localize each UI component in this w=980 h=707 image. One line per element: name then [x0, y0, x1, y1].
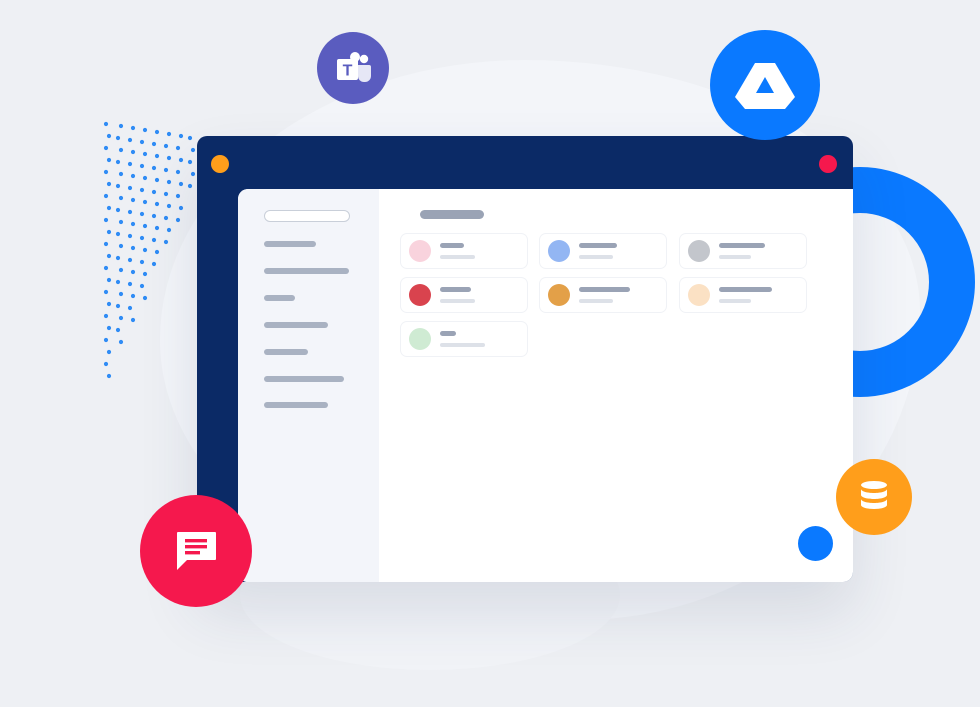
illustration-stage: T [0, 0, 980, 707]
chat-badge [140, 495, 252, 607]
app-content-area [238, 189, 853, 582]
avatar [409, 328, 431, 350]
avatar [409, 240, 431, 262]
card-subtitle-placeholder [719, 299, 751, 303]
sidebar-item[interactable] [264, 322, 328, 328]
card-subtitle-placeholder [579, 255, 613, 259]
window-dot-red [819, 155, 837, 173]
card-title-placeholder [579, 287, 630, 292]
card-subtitle-placeholder [719, 255, 751, 259]
avatar [688, 284, 710, 306]
contact-card[interactable] [401, 322, 527, 356]
card-title-placeholder [719, 287, 772, 292]
sidebar-search-input[interactable] [264, 210, 350, 222]
database-icon [861, 481, 887, 509]
app-window [197, 136, 853, 582]
avatar [688, 240, 710, 262]
contact-card[interactable] [401, 234, 527, 268]
contact-card[interactable] [401, 278, 527, 312]
card-title-placeholder [440, 287, 471, 292]
chat-message-icon [177, 532, 216, 570]
microsoft-teams-badge: T [317, 32, 389, 104]
sidebar-item[interactable] [264, 241, 316, 247]
sidebar-item[interactable] [264, 376, 344, 382]
sidebar-item[interactable] [264, 268, 349, 274]
google-drive-badge [710, 30, 820, 140]
sidebar [238, 189, 379, 582]
contact-card[interactable] [680, 234, 806, 268]
card-subtitle-placeholder [440, 299, 475, 303]
avatar [409, 284, 431, 306]
avatar [548, 284, 570, 306]
card-subtitle-placeholder [579, 299, 613, 303]
contact-card[interactable] [540, 278, 666, 312]
microsoft-teams-icon: T [337, 52, 371, 82]
window-dot-orange [211, 155, 229, 173]
card-subtitle-placeholder [440, 343, 485, 347]
contact-card[interactable] [540, 234, 666, 268]
sidebar-item[interactable] [264, 295, 295, 301]
database-badge [836, 459, 912, 535]
google-drive-icon [735, 63, 795, 109]
card-title-placeholder [440, 331, 456, 336]
card-subtitle-placeholder [440, 255, 475, 259]
card-title-placeholder [579, 243, 617, 248]
sidebar-item[interactable] [264, 349, 308, 355]
card-title-placeholder [719, 243, 765, 248]
avatar [548, 240, 570, 262]
content-title-placeholder [420, 210, 484, 219]
contact-card[interactable] [680, 278, 806, 312]
card-title-placeholder [440, 243, 464, 248]
teams-letter: T [343, 63, 353, 80]
sidebar-item[interactable] [264, 402, 328, 408]
blue-dot-decoration [798, 526, 833, 561]
